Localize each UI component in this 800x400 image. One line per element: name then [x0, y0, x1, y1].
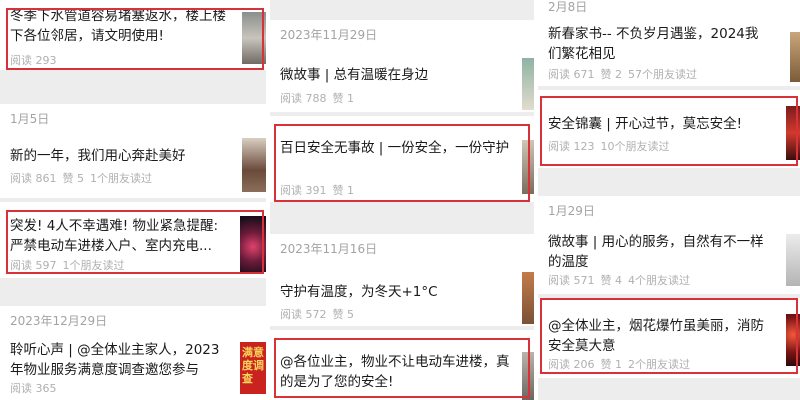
feed-column-2: 2023年11月29日 微故事 | 总有温暖在身边 阅读 788 赞 1 百日安全…	[270, 0, 534, 400]
article-title: 守护有温度，为冬天+1°C	[280, 284, 438, 300]
article-meta: 阅读 671 赞 2 57个朋友读过	[548, 66, 703, 82]
article-thumbnail	[522, 58, 534, 110]
friends-read: 1个朋友读过	[62, 259, 125, 272]
read-count: 阅读 572	[280, 308, 327, 321]
like-count: 赞 1	[332, 92, 355, 105]
date-header: 2023年11月29日	[270, 20, 534, 50]
article-thumbnail	[242, 138, 266, 192]
article-thumbnail	[242, 12, 266, 64]
like-count: 赞 4	[600, 274, 623, 287]
friends-read: 10个朋友读过	[600, 140, 670, 153]
article-title: 安全锦囊 | 开心过节，莫忘安全!	[548, 116, 743, 132]
article-meta: 阅读 572 赞 5	[280, 306, 360, 322]
article-meta: 阅读 391 赞 1	[280, 182, 360, 198]
article-thumbnail	[786, 234, 800, 286]
article-thumbnail: 满意度调查	[240, 342, 266, 394]
article-title: 冬季下水管道容易堵塞返水，楼上楼下各位邻居，请文明使用!	[10, 8, 226, 44]
read-count: 阅读 671	[548, 68, 595, 81]
read-count: 阅读 206	[548, 358, 595, 371]
read-count: 阅读 123	[548, 140, 595, 153]
feed-column-3: 2月8日 新春家书-- 不负岁月遇鉴，2024我们繁花相见 阅读 671 赞 2 5…	[538, 0, 800, 400]
article-title: @各位业主，物业不让电动车进楼，真的是为了您的安全!	[280, 354, 510, 390]
like-count: 赞 1	[332, 184, 355, 197]
article-card[interactable]: 冬季下水管道容易堵塞返水，楼上楼下各位邻居，请文明使用! 阅读 293	[0, 0, 266, 70]
like-count: 赞 5	[332, 308, 355, 321]
date-header: 1月5日	[0, 104, 266, 132]
article-card[interactable]: 新的一年，我们用心奔赴美好 阅读 861 赞 5 1个朋友读过	[0, 132, 266, 198]
article-meta: 阅读 571 赞 4 4个朋友读过	[548, 272, 696, 288]
read-count: 阅读 571	[548, 274, 595, 287]
date-header: 2月8日	[538, 0, 800, 18]
article-title: @全体业主，烟花爆竹虽美丽，消防安全莫大意	[548, 318, 764, 354]
friends-read: 1个朋友读过	[90, 172, 152, 185]
article-meta: 阅读 206 赞 1 2个朋友读过	[548, 356, 696, 372]
article-card[interactable]: 突发! 4人不幸遇难! 物业紧急提醒: 严禁电动车进楼入户、室内充电... 阅读…	[0, 202, 266, 278]
article-title: 微故事 | 用心的服务，自然有不一样的温度	[548, 234, 764, 270]
date-header: 2023年12月29日	[0, 306, 266, 334]
article-meta: 阅读 788 赞 1	[280, 90, 360, 106]
read-count: 阅读 293	[10, 54, 57, 67]
article-title: 新春家书-- 不负岁月遇鉴，2024我们繁花相见	[548, 26, 759, 62]
article-meta: 阅读 365	[10, 380, 63, 396]
like-count: 赞 2	[600, 68, 623, 81]
date-header: 2023年11月16日	[270, 234, 534, 264]
article-thumbnail	[522, 272, 534, 324]
article-card[interactable]: 聆听心声 | @全体业主家人，2023年物业服务满意度调查邀您参与 阅读 365…	[0, 334, 266, 400]
article-thumbnail	[240, 216, 266, 272]
article-title: 百日安全无事故 | 一份安全，一份守护	[280, 140, 510, 156]
article-meta: 阅读 293	[10, 52, 63, 68]
article-card[interactable]: 百日安全无事故 | 一份安全，一份守护 阅读 391 赞 1	[270, 116, 534, 202]
article-card[interactable]: @各位业主，物业不让电动车进楼，真的是为了您的安全!	[270, 330, 534, 400]
article-meta: 阅读 861 赞 5 1个朋友读过	[10, 170, 158, 186]
article-card[interactable]: 安全锦囊 | 开心过节，莫忘安全! 阅读 123 10个朋友读过	[538, 90, 800, 168]
like-count: 赞 1	[600, 358, 623, 371]
article-card[interactable]: 微故事 | 用心的服务，自然有不一样的温度 阅读 571 赞 4 4个朋友读过	[538, 224, 800, 294]
read-count: 阅读 391	[280, 184, 327, 197]
article-card[interactable]: 守护有温度，为冬天+1°C 阅读 572 赞 5	[270, 264, 534, 326]
feed-column-1: 冬季下水管道容易堵塞返水，楼上楼下各位邻居，请文明使用! 阅读 293 1月5日…	[0, 0, 266, 400]
article-title: 微故事 | 总有温暖在身边	[280, 67, 429, 83]
read-count: 阅读 597	[10, 259, 57, 272]
like-count: 赞 5	[62, 172, 85, 185]
article-thumbnail	[786, 314, 800, 366]
article-meta: 阅读 123 10个朋友读过	[548, 138, 676, 154]
article-meta: 阅读 597 1个朋友读过	[10, 257, 131, 273]
friends-read: 4个朋友读过	[628, 274, 690, 287]
read-count: 阅读 365	[10, 382, 57, 395]
article-thumbnail	[522, 140, 534, 194]
article-card[interactable]: 2月8日 新春家书-- 不负岁月遇鉴，2024我们繁花相见 阅读 671 赞 2 5…	[538, 0, 800, 86]
article-title: 突发! 4人不幸遇难! 物业紧急提醒: 严禁电动车进楼入户、室内充电...	[10, 218, 219, 254]
read-count: 阅读 788	[280, 92, 327, 105]
friends-read: 2个朋友读过	[628, 358, 690, 371]
date-header: 1月29日	[538, 196, 800, 224]
article-title: 聆听心声 | @全体业主家人，2023年物业服务满意度调查邀您参与	[10, 342, 220, 378]
article-thumbnail	[790, 32, 800, 82]
read-count: 阅读 861	[10, 172, 57, 185]
article-card[interactable]: 微故事 | 总有温暖在身边 阅读 788 赞 1	[270, 50, 534, 112]
article-title: 新的一年，我们用心奔赴美好	[10, 148, 186, 164]
article-card[interactable]: @全体业主，烟花爆竹虽美丽，消防安全莫大意 阅读 206 赞 1 2个朋友读过	[538, 298, 800, 378]
article-thumbnail	[786, 106, 800, 160]
friends-read: 57个朋友读过	[628, 68, 697, 81]
article-thumbnail	[522, 352, 534, 400]
